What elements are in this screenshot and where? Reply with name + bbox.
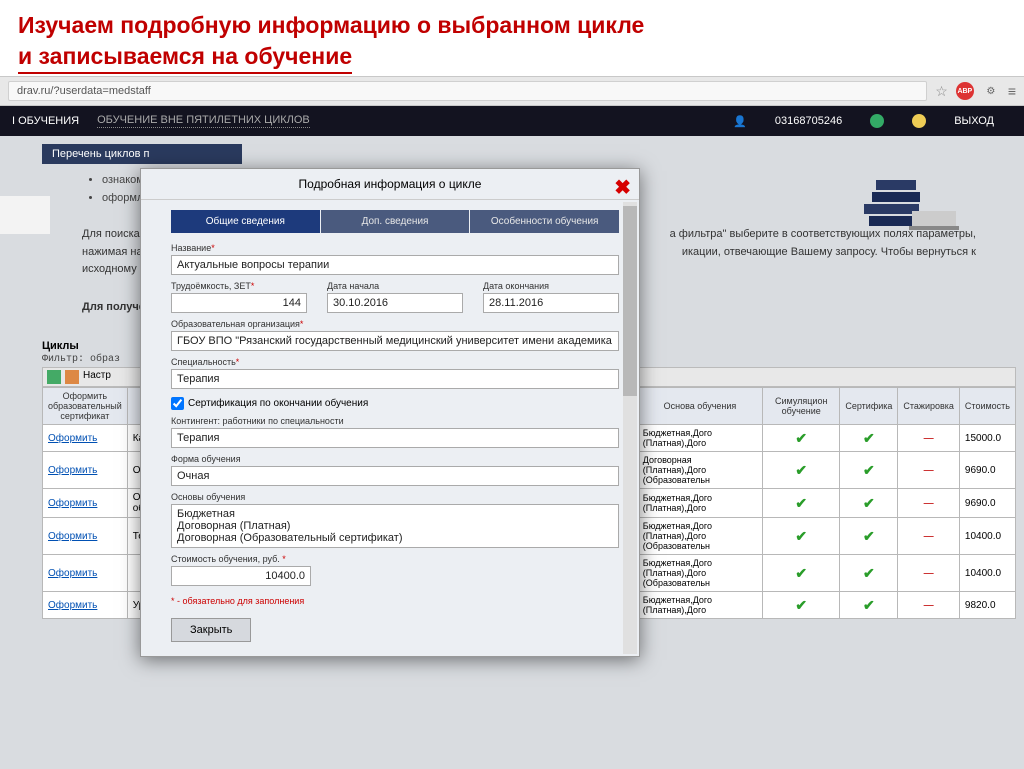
cert-checkbox[interactable] (171, 397, 184, 410)
user-id: 03168705246 (775, 115, 842, 127)
browser-chrome: drav.ru/?userdata=medstaff ☆ ABP ⚙ ≡ (0, 76, 1024, 106)
tab-features[interactable]: Особенности обучения (470, 210, 619, 233)
modal-tabs: Общие сведения Доп. сведения Особенности… (171, 210, 619, 233)
form-field[interactable] (171, 466, 619, 486)
required-note: * - обязательно для заполнения (171, 596, 619, 606)
sidebar: кации икаты (0, 196, 50, 234)
page-title-block: Изучаем подробную информацию о выбранном… (0, 0, 1024, 76)
oformit-link[interactable]: Оформить (48, 600, 97, 611)
close-button[interactable]: Закрыть (171, 618, 251, 642)
modal-header: Подробная информация о цикле ✖ (141, 169, 639, 200)
title-line1: Изучаем подробную информацию о выбранном… (18, 12, 644, 38)
tool-icon-1[interactable] (47, 370, 61, 384)
zet-field[interactable] (171, 293, 307, 313)
bookmark-icon[interactable]: ☆ (935, 83, 948, 100)
tab-perechen[interactable]: Перечень циклов п (42, 144, 242, 164)
modal-title: Подробная информация о цикле (299, 177, 482, 191)
start-date-field[interactable] (327, 293, 463, 313)
url-bar[interactable]: drav.ru/?userdata=medstaff (8, 81, 927, 101)
end-date-field[interactable] (483, 293, 619, 313)
books-illustration (814, 156, 964, 256)
status-icon-1[interactable] (870, 114, 884, 128)
spec-field[interactable] (171, 369, 619, 389)
abp-icon[interactable]: ABP (956, 82, 974, 100)
logout-link[interactable]: ВЫХОД (954, 115, 994, 127)
nav-vne-ciklov[interactable]: ОБУЧЕНИЕ ВНЕ ПЯТИЛЕТНИХ ЦИКЛОВ (97, 114, 310, 128)
app-header: I ОБУЧЕНИЯ ОБУЧЕНИЕ ВНЕ ПЯТИЛЕТНИХ ЦИКЛО… (0, 106, 1024, 136)
title-line2: и записываемся на обучение (18, 41, 352, 74)
oformit-link[interactable]: Оформить (48, 568, 97, 579)
oformit-link[interactable]: Оформить (48, 498, 97, 509)
tool-icon-2[interactable] (65, 370, 79, 384)
oformit-link[interactable]: Оформить (48, 531, 97, 542)
name-field[interactable] (171, 255, 619, 275)
hamburger-icon[interactable]: ≡ (1008, 83, 1016, 99)
settings-link[interactable]: Настр (83, 370, 111, 384)
org-field[interactable] (171, 331, 619, 351)
nav-obucheniya[interactable]: I ОБУЧЕНИЯ (12, 115, 79, 127)
cycle-detail-modal: Подробная информация о цикле ✖ Общие све… (140, 168, 640, 657)
status-icon-2[interactable] (912, 114, 926, 128)
oformit-link[interactable]: Оформить (48, 433, 97, 444)
label-name: Название* (171, 243, 619, 253)
tab-general[interactable]: Общие сведения (171, 210, 320, 233)
modal-scrollbar[interactable] (623, 202, 637, 654)
basis-field[interactable]: Бюджетная Договорная (Платная) Договорна… (171, 504, 619, 548)
user-icon: 👤 (733, 115, 747, 128)
tab-additional[interactable]: Доп. сведения (321, 210, 470, 233)
close-icon[interactable]: ✖ (614, 175, 631, 200)
cost-field[interactable] (171, 566, 311, 586)
extension-icon[interactable]: ⚙ (982, 82, 1000, 100)
cont-field[interactable] (171, 428, 619, 448)
oformit-link[interactable]: Оформить (48, 465, 97, 476)
